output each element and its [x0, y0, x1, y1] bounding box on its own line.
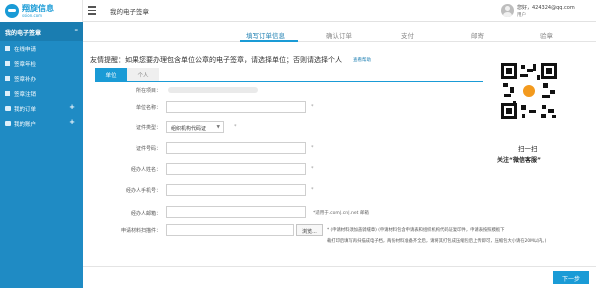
qr-finder	[501, 63, 517, 79]
expand-icon[interactable]: +	[69, 103, 75, 111]
qr-logo-icon	[521, 83, 537, 99]
expand-icon[interactable]: +	[69, 118, 75, 126]
folder-icon	[5, 121, 11, 126]
avatar[interactable]	[501, 4, 514, 17]
doc-icon	[5, 76, 10, 81]
sidebar-item-label: 签章补办	[14, 77, 37, 83]
folder-icon	[5, 106, 11, 111]
scan-file-input[interactable]	[166, 224, 294, 236]
sidebar-item-annual-check[interactable]: 签章年检	[0, 56, 83, 71]
sidebar: 我的电子签章 – 在线申请 签章年检 签章补办 签章注销 我的订单 + 我的账户…	[0, 22, 83, 288]
required-mark: *	[311, 145, 314, 151]
agent-email-label: 经办人邮箱：	[130, 211, 161, 217]
next-button[interactable]: 下一步	[553, 271, 589, 284]
required-mark: *	[311, 104, 314, 110]
logo-icon	[5, 4, 19, 18]
note-line-1: * (申请材料须加盖骑缝章) (申请材料包含申请表和组织机构代码证复印件，申请表…	[327, 228, 505, 233]
agent-name-input[interactable]	[166, 163, 306, 175]
tab-underline	[95, 81, 483, 82]
sidebar-item-label: 在线申请	[14, 47, 37, 53]
top-bar: 翔旋信息 ssion.com 我的电子签章 您好，424324@qq.com 用…	[0, 0, 596, 22]
menu-toggle-icon[interactable]	[88, 6, 96, 17]
required-mark: *	[234, 124, 237, 130]
required-mark: *	[311, 187, 314, 193]
sidebar-item-reissue[interactable]: 签章补办	[0, 71, 83, 86]
step-verify: 验章	[540, 32, 553, 40]
sidebar-item-label: 签章年检	[14, 62, 37, 68]
qr-finder	[501, 103, 517, 119]
region-value	[168, 87, 258, 93]
cert-type-select[interactable]: 组织机构代码证 ▼	[166, 121, 224, 133]
qr-finder	[541, 63, 557, 79]
sidebar-section-header[interactable]: 我的电子签章 –	[0, 22, 83, 41]
sidebar-item-label: 我的账户	[14, 122, 37, 128]
user-role: 用户	[517, 13, 526, 18]
chevron-down-icon: ▼	[216, 125, 220, 130]
reminder-text: 友情提醒：如果您要办理包含单位公章的电子签章，请选择单位；否则请选择个人	[90, 56, 342, 64]
user-greeting[interactable]: 您好，424324@qq.com	[517, 4, 575, 11]
cert-number-input[interactable]	[166, 142, 306, 154]
region-label: 所在项目：	[135, 88, 161, 94]
active-step-indicator	[240, 40, 298, 42]
doc-icon	[5, 61, 10, 66]
note-line-2: 载打印后填写再扫描成电子档，两份材料准备齐全后，请将其打包成压缩包后上传即可，压…	[327, 239, 547, 244]
doc-icon	[5, 91, 10, 96]
unit-name-label: 单位名称：	[135, 105, 161, 111]
tab-unit[interactable]: 单位	[95, 68, 127, 81]
cert-type-value: 组织机构代码证	[171, 126, 207, 132]
step-pay: 支付	[401, 32, 414, 40]
tab-person[interactable]: 个人	[127, 68, 159, 81]
step-fill-order: 填写订单信息	[246, 32, 285, 40]
agent-phone-label: 经办人手机号：	[125, 188, 161, 194]
collapse-icon: –	[74, 26, 79, 34]
required-mark: *	[311, 166, 314, 172]
cert-type-label: 证件类型：	[135, 125, 161, 131]
doc-icon	[5, 46, 10, 51]
sidebar-item-label: 我的订单	[14, 107, 37, 113]
cert-number-label: 证件号码：	[135, 146, 161, 152]
qr-caption-follow: 关注“微信客服”	[497, 157, 541, 164]
step-mail: 邮寄	[471, 32, 484, 40]
logo-subtitle: ssion.com	[22, 13, 43, 18]
qr-caption-scan: 扫一扫	[518, 145, 538, 153]
qr-code	[501, 63, 557, 119]
steps-divider	[83, 41, 596, 42]
unit-name-input[interactable]	[166, 101, 306, 113]
agent-email-input[interactable]	[166, 206, 306, 218]
sidebar-item-online-apply[interactable]: 在线申请	[0, 41, 83, 56]
materials-note: * (申请材料须加盖骑缝章) (申请材料包含申请表和组织机构代码证复印件，申请表…	[327, 225, 590, 247]
browse-button[interactable]: 浏览...	[296, 224, 323, 236]
sidebar-section-label: 我的电子签章	[5, 30, 42, 37]
footer-divider	[83, 266, 596, 267]
agent-phone-input[interactable]	[166, 184, 306, 196]
email-hint: *适用于.com|.cn|.net 邮箱	[313, 211, 369, 216]
step-confirm-order: 确认订单	[326, 32, 352, 40]
sidebar-item-cancel[interactable]: 签章注销	[0, 86, 83, 101]
sidebar-item-label: 签章注销	[14, 92, 37, 98]
scan-label: 申请材料扫描件：	[120, 228, 161, 234]
progress-steps: 填写订单信息 确认订单 支付 邮寄 验章	[83, 22, 596, 42]
agent-name-label: 经办人姓名：	[130, 167, 161, 173]
logo[interactable]: 翔旋信息 ssion.com	[0, 0, 83, 22]
sidebar-item-orders[interactable]: 我的订单 +	[0, 101, 83, 116]
help-link[interactable]: 查看帮助	[353, 57, 371, 63]
sidebar-item-account[interactable]: 我的账户 +	[0, 116, 83, 131]
page-title: 我的电子签章	[110, 8, 149, 16]
